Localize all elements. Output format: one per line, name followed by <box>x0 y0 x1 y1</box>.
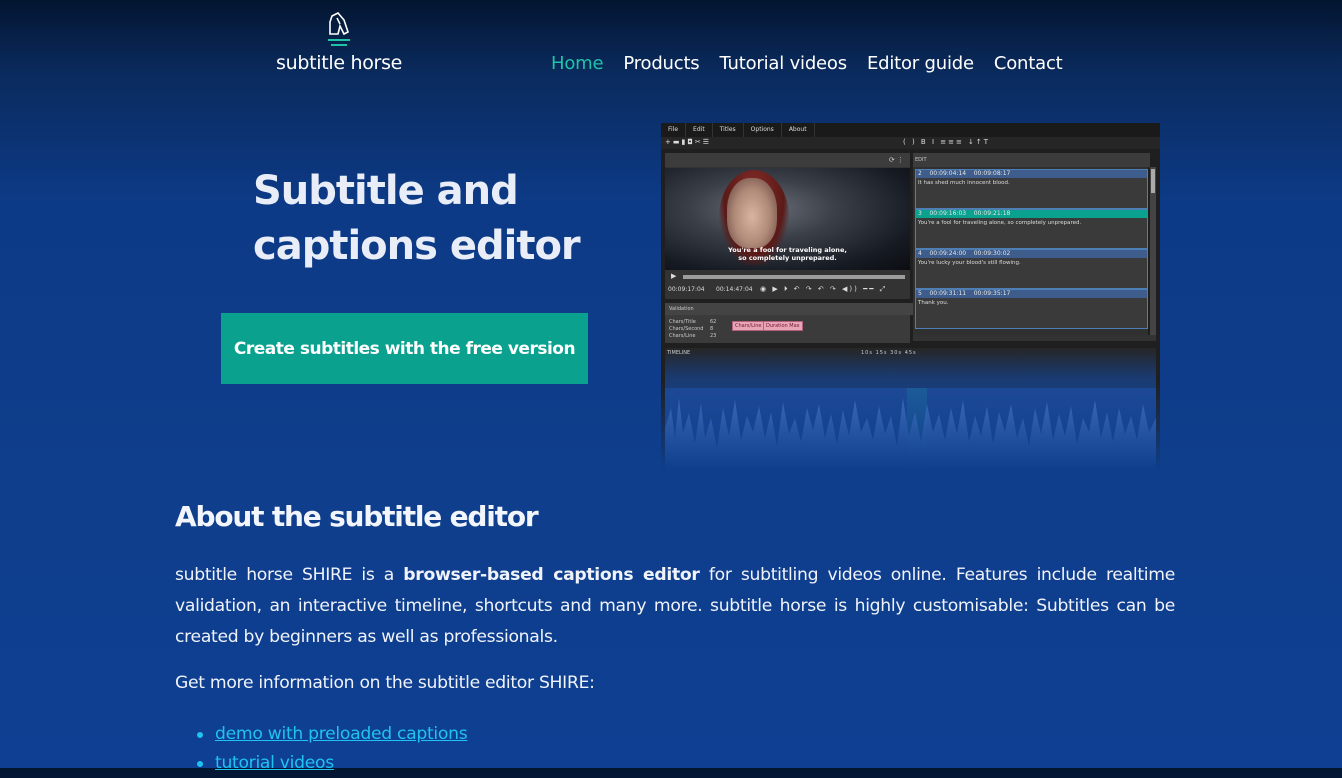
timeline-title: TIMELINE <box>667 350 691 356</box>
toolbar-icons-right: ( ) B I ≡≡≡ ↓↑T <box>903 138 991 146</box>
time-total: 00:14:47:04 <box>716 286 753 293</box>
cue-item: 5 00:09:31:11 00:09:35:17 Thank you. <box>915 289 1148 329</box>
validation-row-label: Chars/Second <box>669 326 704 332</box>
screenshot-menu-bar: File Edit Titles Options About <box>661 123 1160 137</box>
cue-text: You're lucky your blood's still flowing. <box>918 260 1021 266</box>
edit-scrollbar <box>1150 167 1156 335</box>
video-subtitle-line2: so completely unprepared. <box>738 254 837 262</box>
cue-end: 00:09:30:02 <box>973 250 1011 257</box>
screenshot-menu-item: About <box>782 123 815 137</box>
progress-bar <box>683 275 905 279</box>
validation-row-label: Chars/Line <box>669 333 696 339</box>
hero-title: Subtitle and captions editor <box>253 164 613 274</box>
cue-end: 00:09:08:17 <box>973 170 1011 177</box>
nav-tutorial-videos[interactable]: Tutorial videos <box>719 53 847 74</box>
cue-header: 3 00:09:16:03 00:09:21:18 <box>916 210 1147 218</box>
about-text-prefix: subtitle horse SHIRE is a <box>175 565 404 585</box>
tutorial-videos-link[interactable]: tutorial videos <box>215 753 334 773</box>
validation-title: Validation <box>665 303 914 315</box>
toolbar-icons-left: +▬▮◘✂☰ <box>665 138 712 146</box>
cue-text: Thank you. <box>918 300 949 306</box>
nav-contact[interactable]: Contact <box>994 53 1063 74</box>
screenshot-menu-item: File <box>661 123 687 137</box>
video-progress: ▶ <box>665 272 910 282</box>
info-links: demo with preloaded captions tutorial vi… <box>195 720 468 778</box>
logo-text: subtitle horse <box>276 52 403 74</box>
validation-panel: Validation Chars/Title Chars/Second Char… <box>665 303 914 343</box>
hero-title-line2: captions editor <box>253 223 581 269</box>
cue-item: 2 00:09:04:14 00:09:08:17 It has shed mu… <box>915 169 1148 209</box>
cue-number: 2 <box>918 170 922 177</box>
player-controls-icon: ◉ ▶ ⏵ ↶ ↷ ↶ ↷ ◀)) ━━ ⤢ <box>760 285 888 293</box>
cue-number: 5 <box>918 290 922 297</box>
demo-link[interactable]: demo with preloaded captions <box>215 724 468 744</box>
edit-status-bar <box>913 335 1156 341</box>
zoom-level: 10s <box>861 350 873 356</box>
cue-start: 00:09:24:00 <box>929 250 967 257</box>
play-icon: ▶ <box>671 272 677 280</box>
zoom-level: 45s <box>904 350 917 356</box>
more-info-text: Get more information on the subtitle edi… <box>175 673 595 693</box>
waveform <box>665 388 1156 468</box>
edit-panel-title: EDIT <box>913 153 1150 167</box>
validation-values: 62 8 23 <box>710 319 716 340</box>
cue-text: You're a fool for traveling alone, so co… <box>918 220 1082 226</box>
panel-controls-icon: ⟳ ⋮ <box>888 156 904 164</box>
time-current: 00:09:17:04 <box>668 286 705 293</box>
screenshot-toolbar: +▬▮◘✂☰ ( ) B I ≡≡≡ ↓↑T <box>661 137 1160 149</box>
nav-home[interactable]: Home <box>551 53 604 74</box>
cue-item: 4 00:09:24:00 00:09:30:02 You're lucky y… <box>915 249 1148 289</box>
edit-panel: EDIT 2 00:09:04:14 00:09:08:17 It has sh… <box>913 153 1150 339</box>
video-subtitle-line1: You're a fool for traveling alone, <box>728 246 847 254</box>
cue-number: 3 <box>918 210 922 217</box>
timeline-panel: TIMELINE 10s 15s 30s 45s <box>665 348 1156 468</box>
screenshot-video-panel: ⟳ ⋮ You're a fool for traveling alone, s… <box>665 153 910 299</box>
editor-screenshot: File Edit Titles Options About +▬▮◘✂☰ ( … <box>661 123 1160 468</box>
cue-item-selected: 3 00:09:16:03 00:09:21:18 You're a fool … <box>915 209 1148 249</box>
screenshot-menu-item: Edit <box>686 123 713 137</box>
nav-editor-guide[interactable]: Editor guide <box>867 53 974 74</box>
horse-logo-icon <box>328 12 350 46</box>
about-text-bold: browser-based captions editor <box>403 565 700 585</box>
validation-badge: Duration Max <box>763 321 803 331</box>
cue-start: 00:09:31:11 <box>929 290 967 297</box>
cue-header: 4 00:09:24:00 00:09:30:02 <box>916 250 1147 258</box>
validation-row-label: Chars/Title <box>669 319 696 325</box>
cue-start: 00:09:04:14 <box>929 170 967 177</box>
nav-products[interactable]: Products <box>623 53 699 74</box>
zoom-level: 30s <box>890 350 903 356</box>
validation-value: 8 <box>710 326 714 332</box>
scrollbar-thumb <box>1151 169 1155 193</box>
video-times: 00:09:17:04 00:14:47:04 ◉ ▶ ⏵ ↶ ↷ ↶ ↷ ◀)… <box>668 285 908 293</box>
list-item: demo with preloaded captions <box>195 720 468 749</box>
validation-value: 23 <box>710 333 717 339</box>
about-title: About the subtitle editor <box>175 500 539 533</box>
cue-start: 00:09:16:03 <box>929 210 967 217</box>
validation-badge: Chars/Line <box>732 321 765 331</box>
main-nav: Home Products Tutorial videos Editor gui… <box>551 53 1063 74</box>
about-text: subtitle horse SHIRE is a browser-based … <box>175 560 1175 653</box>
create-subtitles-button[interactable]: Create subtitles with the free version <box>221 313 588 384</box>
screenshot-menu-item: Titles <box>713 123 744 137</box>
hero-title-line1: Subtitle and <box>253 168 519 214</box>
zoom-level: 15s <box>875 350 888 356</box>
video-frame: You're a fool for traveling alone, so co… <box>665 168 910 270</box>
cue-header: 2 00:09:04:14 00:09:08:17 <box>916 170 1147 178</box>
character-face <box>727 178 777 248</box>
validation-rows: Chars/Title Chars/Second Chars/Line <box>669 319 703 340</box>
cue-end: 00:09:35:17 <box>973 290 1011 297</box>
cue-text: It has shed much innocent blood. <box>918 180 1010 186</box>
list-item: tutorial videos <box>195 749 467 778</box>
cue-number: 4 <box>918 250 922 257</box>
video-panel-header: ⟳ ⋮ <box>665 153 910 167</box>
cue-end: 00:09:21:18 <box>973 210 1011 217</box>
screenshot-menu-item: Options <box>744 123 782 137</box>
zoom-levels: 10s 15s 30s 45s <box>861 350 917 356</box>
cue-header: 5 00:09:31:11 00:09:35:17 <box>916 290 1147 298</box>
logo[interactable]: subtitle horse <box>276 12 403 76</box>
validation-value: 62 <box>710 319 717 325</box>
